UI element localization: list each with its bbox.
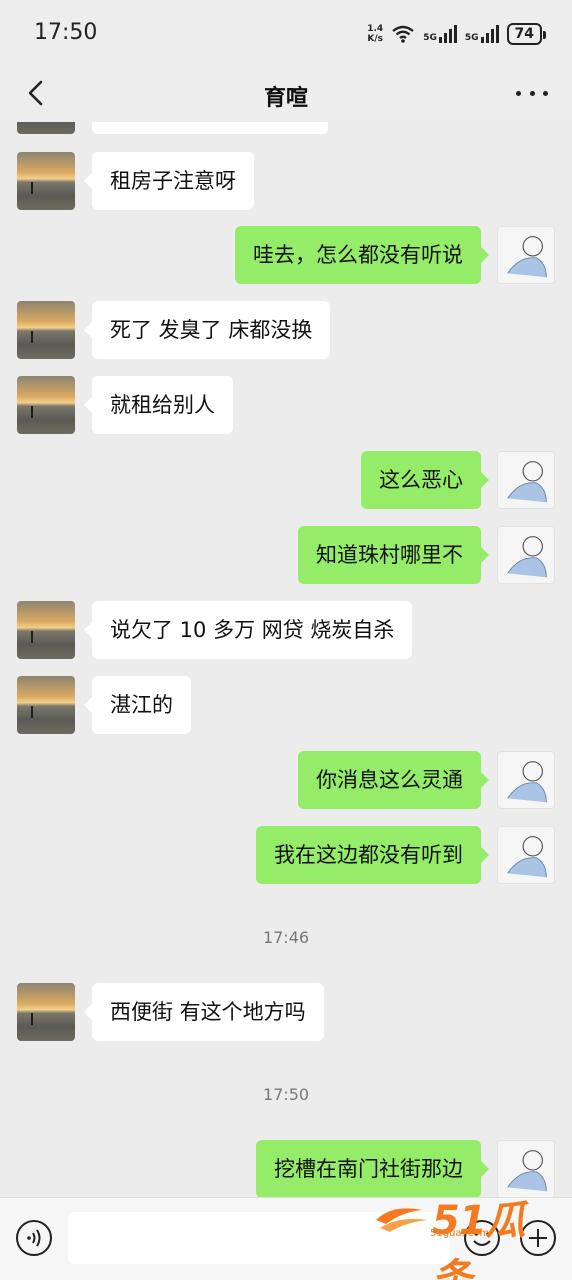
message-bubble-sent[interactable]: 知道珠村哪里不 (298, 526, 489, 584)
message-bubble-sent[interactable]: 你消息这么灵通 (298, 751, 489, 809)
timestamp-divider: 17:50 (262, 1085, 310, 1104)
message-list[interactable]: 租房子注意呀 哇去，怎么都没有听说 死了 发臭了 床都没换 就租给别人 这么恶心… (0, 122, 572, 1197)
voice-icon[interactable] (14, 1218, 54, 1258)
my-avatar[interactable] (497, 751, 555, 809)
status-bar: 17:50 1.4 K/s 5G 5G 74 (0, 0, 572, 66)
signal-sim1-icon: 5G (423, 25, 457, 43)
battery-icon: 74 (506, 23, 547, 45)
chat-title: 育喧 (263, 86, 308, 111)
wifi-icon (392, 25, 414, 43)
message-bubble-received[interactable]: 湛江的 (84, 676, 191, 734)
signal-sim2-icon: 5G (465, 25, 499, 43)
message-bubble-received[interactable]: 死了 发臭了 床都没换 (83, 301, 331, 359)
my-avatar[interactable] (497, 826, 555, 884)
watermark-url: 51gua..com (430, 1228, 490, 1239)
message-bubble-received[interactable]: 租房子注意呀 (84, 152, 254, 210)
network-speed: 1.4 K/s (367, 24, 384, 44)
watermark-swoosh-icon (376, 1208, 428, 1232)
contact-avatar[interactable] (17, 301, 75, 359)
my-avatar[interactable] (497, 226, 555, 284)
contact-avatar[interactable] (17, 122, 75, 134)
contact-avatar[interactable] (17, 983, 75, 1041)
message-bubble-sent[interactable]: 这么恶心 (361, 451, 489, 509)
more-dots-icon[interactable] (516, 78, 548, 108)
message-bubble-received[interactable]: 说欠了 10 多万 网贷 烧炭自杀 (83, 601, 413, 659)
contact-avatar[interactable] (17, 376, 75, 434)
message-bubble-partial (92, 122, 328, 134)
message-bubble-received[interactable]: 西便街 有这个地方吗 (84, 983, 324, 1041)
my-avatar[interactable] (497, 451, 555, 509)
contact-avatar[interactable] (17, 676, 75, 734)
contact-avatar[interactable] (17, 152, 75, 210)
chat-header: 育喧 (0, 66, 572, 122)
message-bubble-received[interactable]: 就租给别人 (84, 376, 233, 434)
my-avatar[interactable] (497, 526, 555, 584)
watermark-logo: 51瓜条 51gua..com (372, 1188, 562, 1280)
message-bubble-sent[interactable]: 我在这边都没有听到 (256, 826, 489, 884)
timestamp-divider: 17:46 (262, 928, 310, 947)
contact-avatar[interactable] (17, 601, 75, 659)
status-icons: 1.4 K/s 5G 5G 74 (367, 20, 547, 48)
message-bubble-sent[interactable]: 哇去，怎么都没有听说 (235, 226, 489, 284)
status-time: 17:50 (34, 20, 98, 45)
